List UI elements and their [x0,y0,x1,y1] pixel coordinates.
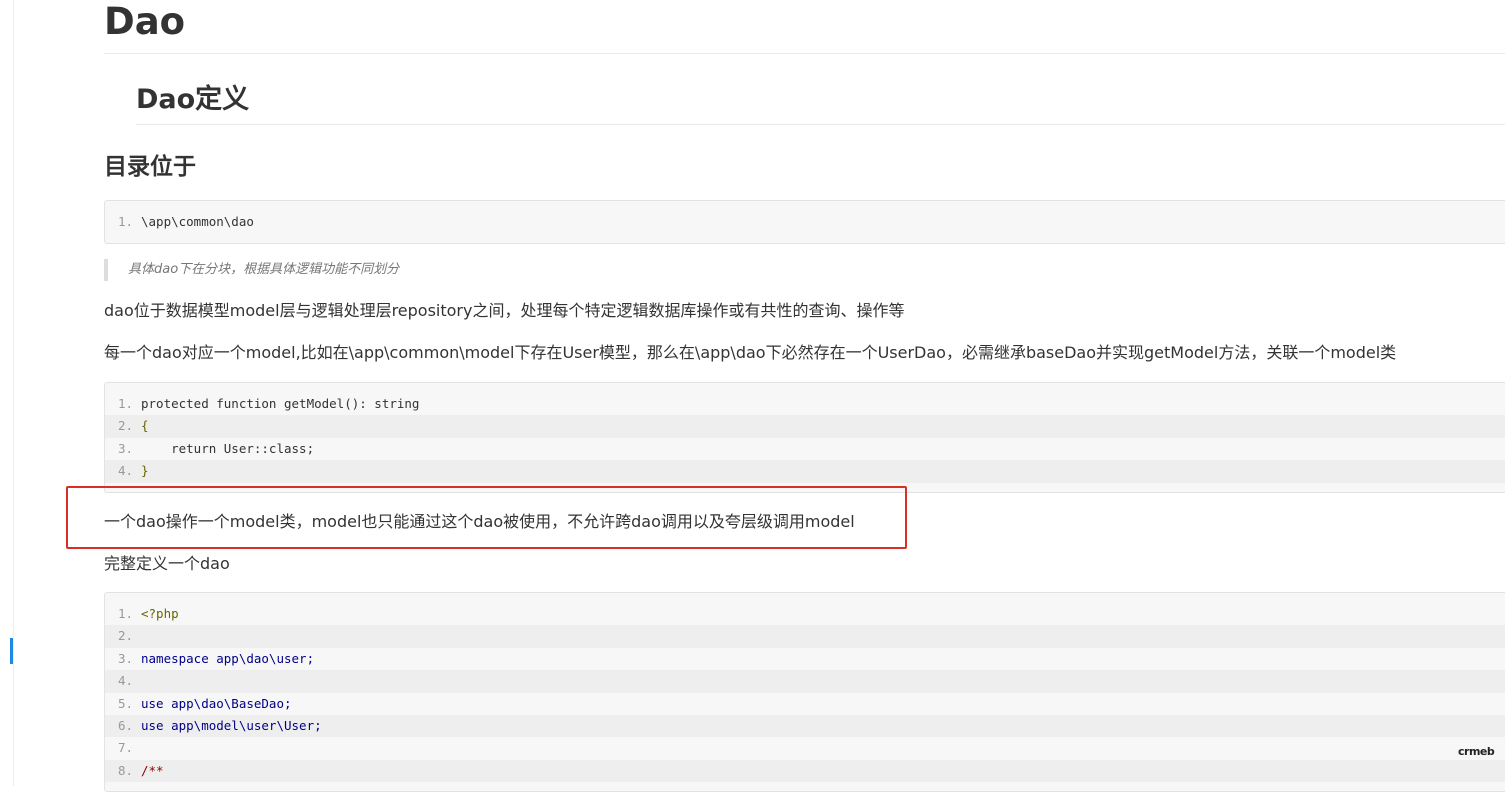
code-text: /** [141,762,164,778]
code-text: { [141,418,149,434]
code-block-full-dao: 1 <?php 2 3 namespace app\dao\user; 4 5 … [104,592,1505,792]
active-nav-marker [10,638,13,664]
code-text: <?php [141,606,179,621]
code-text: } [141,463,149,479]
code-block-getmodel: 1 protected function getModel(): string … [104,382,1505,493]
code-line: 6 use app\model\user\User; [105,714,1505,738]
line-number: 2 [105,415,141,437]
page-title: Dao [104,0,1505,54]
code-text: return User::class; [141,440,315,456]
line-number: 6 [105,715,141,737]
code-line: 2 [105,625,1505,648]
code-line: 4 } [105,460,1505,483]
left-sidebar-rail [0,0,14,786]
code-line: 2 { [105,415,1505,438]
document-content: Dao Dao定义 目录位于 1 \app\common\dao 具体dao下在… [104,0,1505,792]
paragraph-dao-model-mapping: 每一个dao对应一个model,比如在\app\common\model下存在U… [104,343,1397,362]
code-line: 7 [105,737,1505,759]
paragraph-full-definition: 完整定义一个dao [104,554,230,573]
code-text: use app\model\user\User; [141,717,322,733]
line-number: 5 [105,693,141,715]
code-text: namespace app\dao\user; [141,650,315,666]
code-block-directory: 1 \app\common\dao [104,200,1505,244]
code-line: 3 namespace app\dao\user; [105,648,1505,670]
paragraph-dao-position: dao位于数据模型model层与逻辑处理层repository之间，处理每个特定… [104,301,905,320]
code-text: \app\common\dao [141,214,254,229]
blockquote-note: 具体dao下在分块，根据具体逻辑功能不同划分 [104,259,399,281]
section-heading-dao-definition: Dao定义 [136,80,1505,125]
line-number: 4 [105,460,141,482]
code-text: use app\dao\BaseDao; [141,695,292,711]
code-line: 4 [105,670,1505,693]
line-number: 2 [105,625,141,647]
line-number: 1 [105,393,141,415]
code-line: 1 protected function getModel(): string [105,393,1505,415]
subsection-heading-directory: 目录位于 [104,154,196,180]
line-number: 1 [105,603,141,625]
code-line: 8 /** [105,759,1505,783]
code-line: 5 use app\dao\BaseDao; [105,693,1505,715]
line-number: 7 [105,737,141,759]
line-number: 8 [105,760,141,782]
line-number: 4 [105,670,141,692]
line-number: 3 [105,438,141,460]
crmeb-watermark-logo: crmeb [1458,745,1495,758]
code-line: 1 \app\common\dao [105,211,1505,233]
code-text: protected function getModel(): string [141,396,420,411]
line-number: 1 [105,211,141,233]
red-annotation-box [66,486,907,549]
code-line: 3 return User::class; [105,438,1505,460]
code-line: 1 <?php [105,603,1505,625]
line-number: 3 [105,648,141,670]
